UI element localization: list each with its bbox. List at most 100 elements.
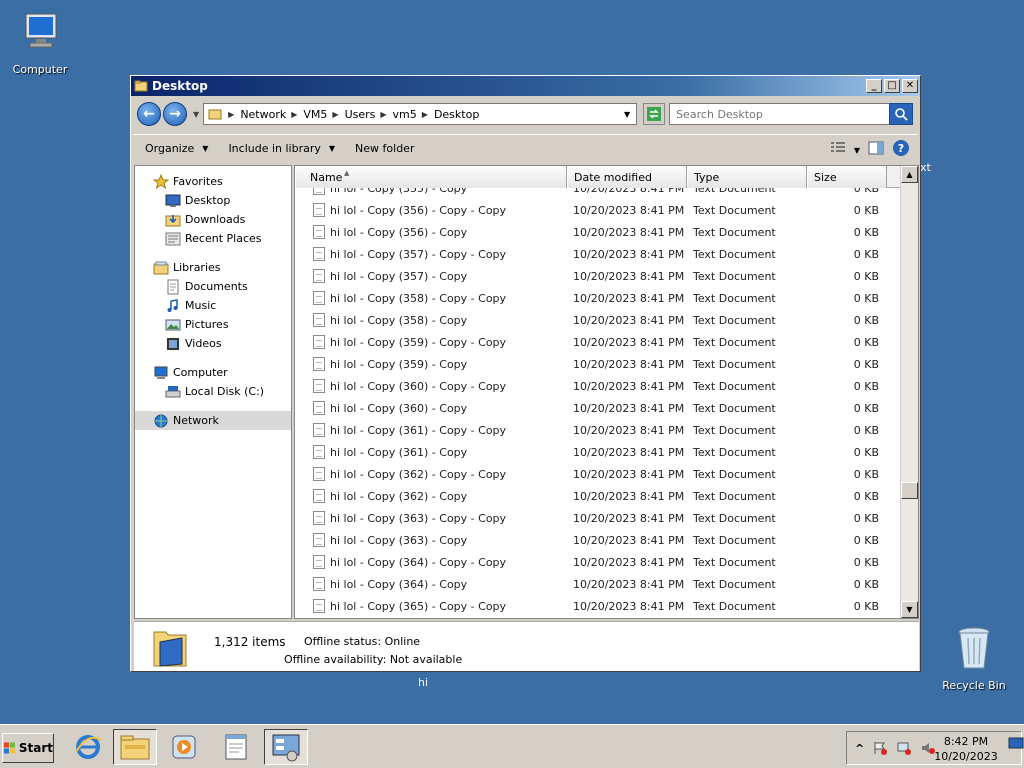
breadcrumb-user[interactable]: vm5 (393, 108, 417, 121)
file-type-cell: Text Document (693, 188, 776, 195)
desktop-icon-recycle-bin[interactable]: Recycle Bin (934, 624, 1014, 692)
file-row[interactable]: hi lol - Copy (359) - Copy - Copy 10/20/2… (295, 331, 900, 353)
nav-computer[interactable]: Computer (135, 363, 291, 382)
file-row[interactable]: hi lol - Copy (356) - Copy 10/20/2023 8:4… (295, 221, 900, 243)
file-row[interactable]: hi lol - Copy (360) - Copy - Copy 10/20/2… (295, 375, 900, 397)
file-type-cell: Text Document (693, 555, 776, 569)
show-hidden-icons-button[interactable]: ^ (855, 742, 864, 755)
change-view-button[interactable] (830, 141, 846, 158)
network-status-icon[interactable] (896, 740, 912, 756)
nav-item-downloads[interactable]: Downloads (135, 210, 291, 229)
explorer-window: Desktop _ □ ✕ ← → ▼ ▶ Network ▶ VM5 ▶ Us… (130, 75, 921, 672)
taskbar-windows-explorer[interactable] (113, 729, 157, 765)
file-row[interactable]: hi lol - Copy (358) - Copy - Copy 10/20/2… (295, 287, 900, 309)
start-button[interactable]: Start (2, 733, 54, 763)
file-row[interactable]: hi lol - Copy (364) - Copy - Copy 10/20/2… (295, 551, 900, 573)
taskbar-media-player[interactable] (162, 729, 206, 765)
file-type-cell: Text Document (693, 511, 776, 525)
chevron-down-icon[interactable]: ▼ (624, 110, 630, 119)
nav-libraries[interactable]: Libraries (135, 258, 291, 277)
search-button[interactable] (889, 103, 914, 125)
file-row[interactable]: hi lol - Copy (363) - Copy 10/20/2023 8:4… (295, 529, 900, 551)
nav-item-pictures[interactable]: Pictures (135, 315, 291, 334)
nav-item-recent-places[interactable]: Recent Places (135, 229, 291, 248)
preview-pane-button[interactable] (868, 141, 884, 158)
desktop-icon-hi-label[interactable]: hi (418, 676, 428, 689)
file-row[interactable]: hi lol - Copy (365) - Copy - Copy 10/20/2… (295, 595, 900, 617)
breadcrumb-vm5[interactable]: VM5 (303, 108, 327, 121)
nav-item-local-disk[interactable]: Local Disk (C:) (135, 382, 291, 401)
show-desktop-button[interactable] (1008, 735, 1024, 759)
file-row[interactable]: hi lol - Copy (358) - Copy 10/20/2023 8:4… (295, 309, 900, 331)
close-button[interactable]: ✕ (902, 79, 918, 93)
column-header-size[interactable]: Size (807, 166, 887, 188)
taskbar-internet-explorer[interactable] (66, 729, 110, 765)
new-folder-button[interactable]: New folder (355, 142, 414, 155)
nav-item-documents[interactable]: Documents (135, 277, 291, 296)
chevron-right-icon[interactable]: ▶ (380, 110, 386, 119)
view-options-dropdown[interactable]: ▼ (854, 143, 860, 156)
videos-icon (167, 337, 179, 350)
file-row[interactable]: hi lol - Copy (362) - Copy 10/20/2023 8:4… (295, 485, 900, 507)
nav-item-videos[interactable]: Videos (135, 334, 291, 353)
file-name-cell: hi lol - Copy (359) - Copy - Copy (295, 335, 567, 349)
desktop-icon-computer[interactable]: Computer (0, 8, 80, 76)
chevron-right-icon[interactable]: ▶ (291, 110, 297, 119)
file-type-cell: Text Document (693, 313, 776, 327)
address-bar[interactable]: ▶ Network ▶ VM5 ▶ Users ▶ vm5 ▶ Desktop … (203, 103, 638, 125)
minimize-button[interactable]: _ (866, 79, 882, 93)
text-document-icon (313, 357, 325, 371)
file-row[interactable]: hi lol - Copy (357) - Copy - Copy 10/20/2… (295, 243, 900, 265)
forward-button[interactable]: → (163, 102, 187, 126)
column-header-type[interactable]: Type (687, 166, 807, 188)
file-row[interactable]: hi lol - Copy (364) - Copy 10/20/2023 8:4… (295, 573, 900, 595)
file-row[interactable]: hi lol - Copy (355) - Copy 10/20/2023 8:4… (295, 188, 900, 199)
refresh-button[interactable] (643, 103, 666, 125)
taskbar-clock[interactable]: 8:42 PM 10/20/2023 (931, 734, 1001, 764)
file-row[interactable]: hi lol - Copy (359) - Copy 10/20/2023 8:4… (295, 353, 900, 375)
search-box[interactable] (669, 103, 914, 125)
column-header-name[interactable]: Name ▲ (295, 166, 567, 188)
chevron-right-icon[interactable]: ▶ (422, 110, 428, 119)
maximize-icon: □ (887, 80, 897, 91)
breadcrumb-network[interactable]: Network (240, 108, 286, 121)
breadcrumb-desktop[interactable]: Desktop (434, 108, 479, 121)
nav-item-music[interactable]: Music (135, 296, 291, 315)
file-name: hi lol - Copy (355) - Copy (330, 188, 468, 195)
scroll-up-button[interactable]: ▲ (901, 166, 918, 183)
file-row[interactable]: hi lol - Copy (361) - Copy 10/20/2023 8:4… (295, 441, 900, 463)
file-name: hi lol - Copy (359) - Copy - Copy (330, 335, 507, 349)
file-row[interactable]: hi lol - Copy (357) - Copy 10/20/2023 8:4… (295, 265, 900, 287)
scroll-thumb[interactable] (901, 482, 918, 499)
nav-network[interactable]: Network (135, 411, 291, 430)
documents-icon (167, 279, 179, 294)
file-row[interactable]: hi lol - Copy (362) - Copy - Copy 10/20/2… (295, 463, 900, 485)
file-type-cell: Text Document (693, 599, 776, 613)
taskbar-notepad[interactable] (214, 729, 258, 765)
back-button[interactable]: ← (137, 102, 161, 126)
maximize-button[interactable]: □ (884, 79, 900, 93)
file-name: hi lol - Copy (365) - Copy - Copy (330, 599, 507, 613)
include-in-library-button[interactable]: Include in library ▼ (228, 142, 335, 155)
recent-pages-dropdown-icon[interactable]: ▼ (193, 110, 199, 119)
help-button[interactable]: ? (892, 139, 910, 160)
column-header-date-modified[interactable]: Date modified (567, 166, 687, 188)
file-row[interactable]: hi lol - Copy (363) - Copy - Copy 10/20/2… (295, 507, 900, 529)
nav-favorites[interactable]: Favorites (135, 172, 291, 191)
taskbar-server-manager[interactable] (264, 729, 308, 765)
chevron-right-icon[interactable]: ▶ (228, 110, 234, 119)
chevron-right-icon[interactable]: ▶ (332, 110, 338, 119)
breadcrumb-users[interactable]: Users (345, 108, 376, 121)
organize-button[interactable]: Organize ▼ (145, 142, 208, 155)
search-input[interactable] (670, 107, 887, 121)
vertical-scrollbar[interactable]: ▲ ▼ (900, 166, 918, 618)
file-date-cell: 10/20/2023 8:41 PM (573, 577, 685, 591)
sort-ascending-icon: ▲ (344, 169, 350, 177)
window-titlebar[interactable]: Desktop _ □ ✕ (131, 76, 920, 96)
scroll-down-button[interactable]: ▼ (901, 601, 918, 618)
file-row[interactable]: hi lol - Copy (360) - Copy 10/20/2023 8:4… (295, 397, 900, 419)
nav-item-desktop[interactable]: Desktop (135, 191, 291, 210)
file-row[interactable]: hi lol - Copy (361) - Copy - Copy 10/20/2… (295, 419, 900, 441)
file-row[interactable]: hi lol - Copy (356) - Copy - Copy 10/20/2… (295, 199, 900, 221)
action-center-flag-icon[interactable] (872, 740, 888, 756)
